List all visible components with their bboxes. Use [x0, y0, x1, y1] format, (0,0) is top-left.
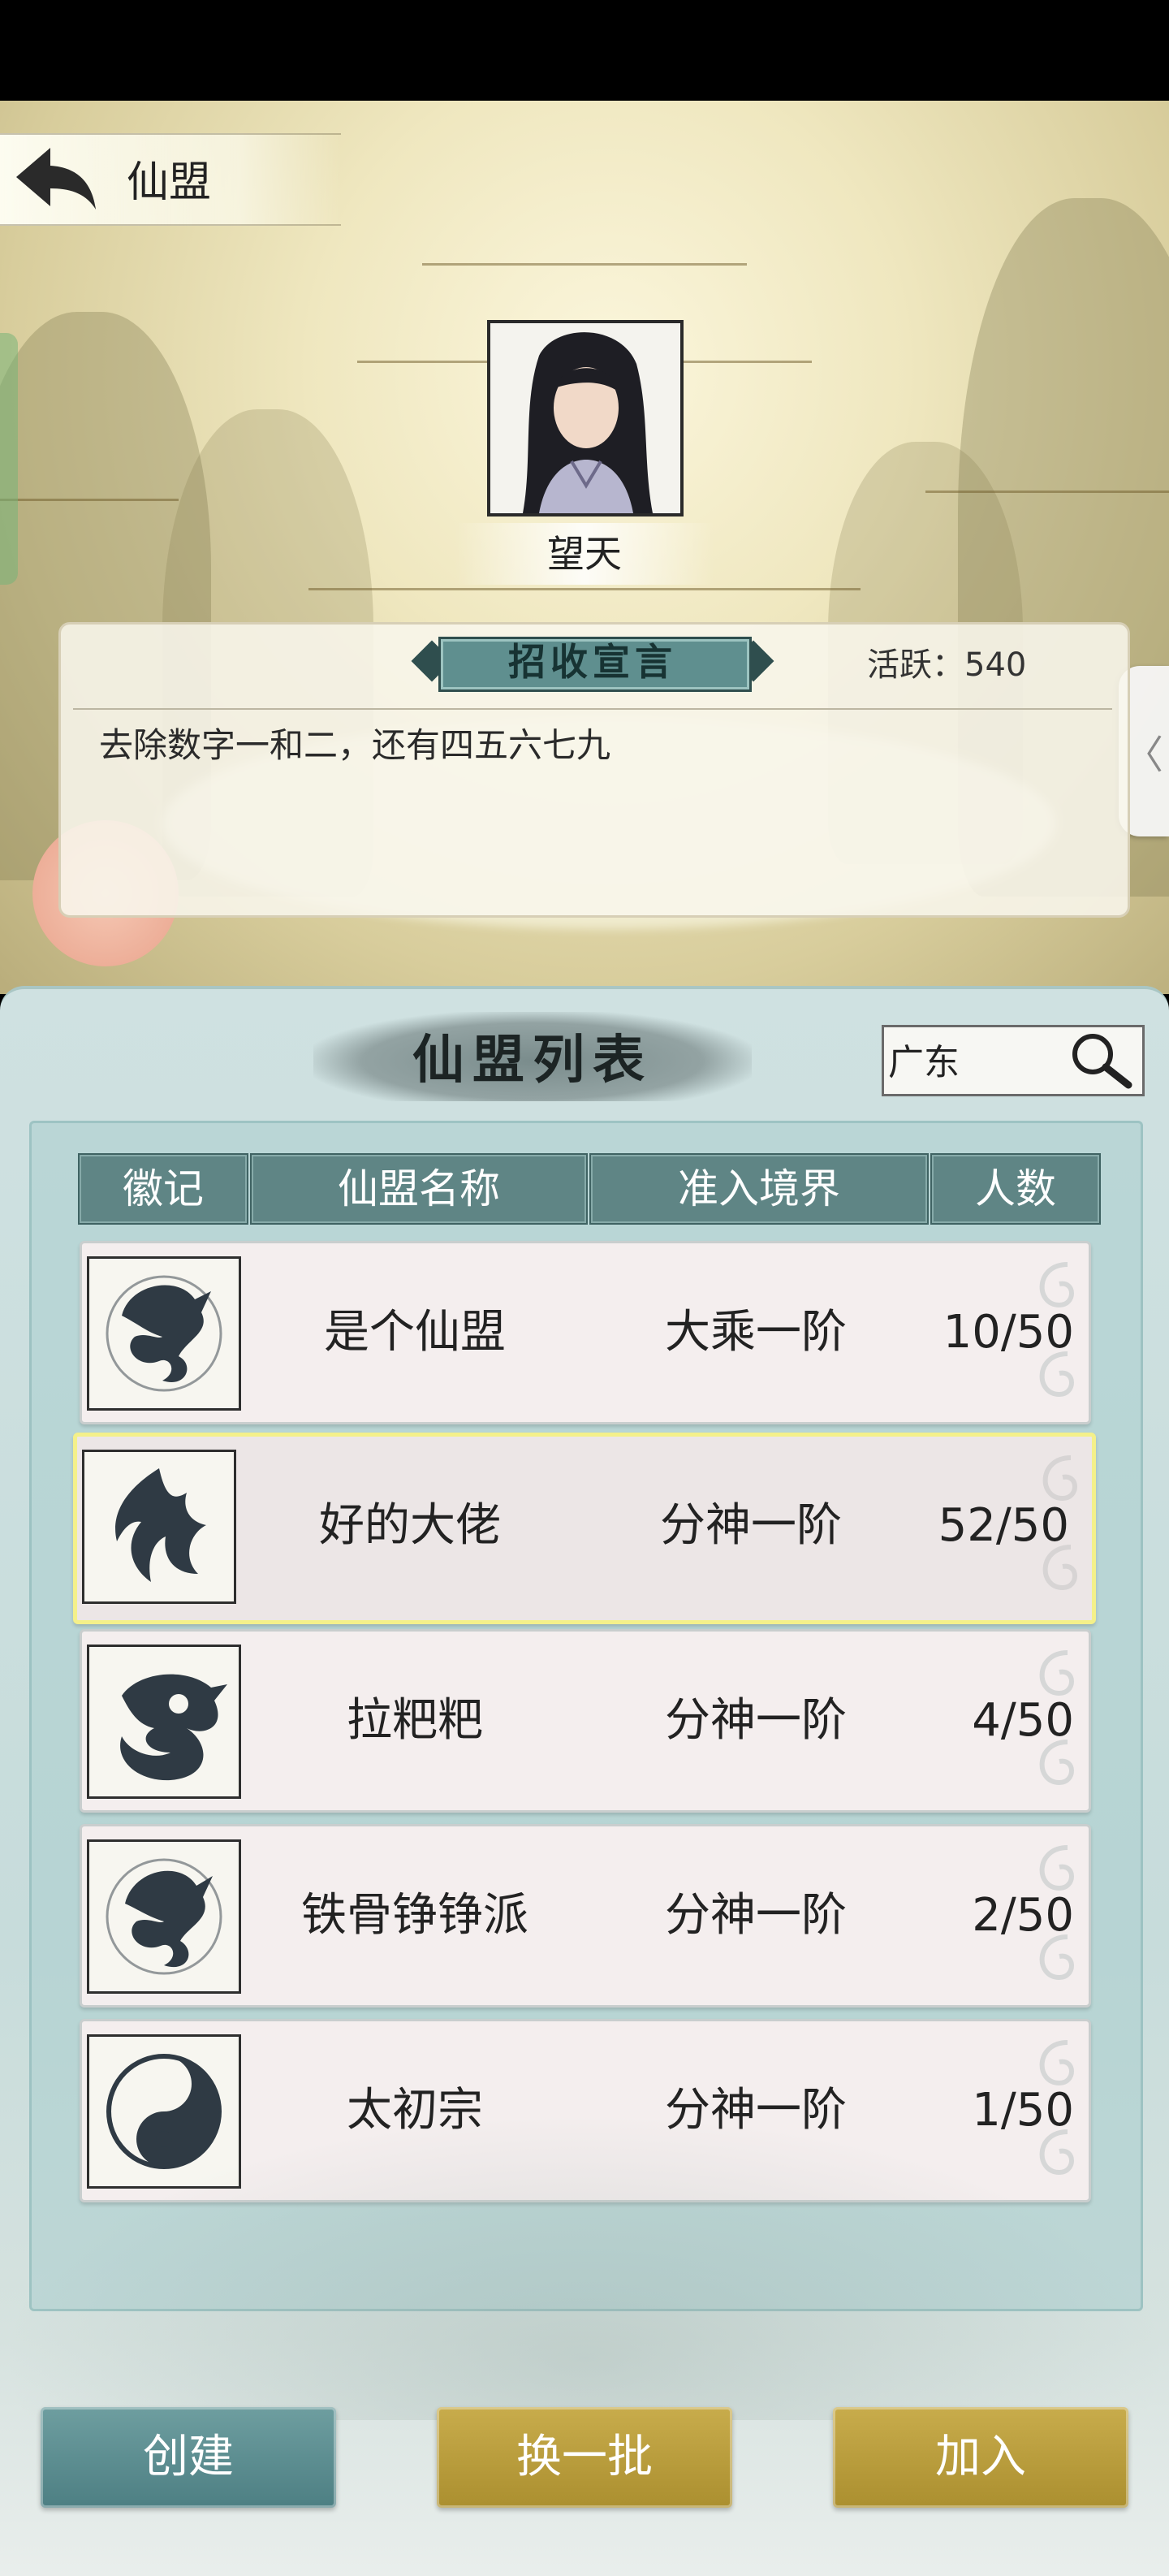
cloud-swirl-decoration	[1039, 1650, 1074, 1786]
join-sect-button[interactable]: 加入	[833, 2407, 1128, 2508]
dragon-emblem-icon	[87, 1839, 241, 1994]
sect-row[interactable]: 拉粑粑 分神一阶 4/50	[80, 1629, 1091, 1813]
create-sect-button[interactable]: 创建	[41, 2407, 336, 2508]
leader-portrait-icon	[490, 323, 680, 513]
column-header-name: 仙盟名称	[250, 1153, 588, 1225]
page-title: 仙盟	[127, 158, 212, 207]
sect-row-selected[interactable]: 好的大佬 分神一阶 52/50	[73, 1433, 1096, 1624]
cloud-swirl-decoration	[1039, 1845, 1074, 1981]
leader-avatar[interactable]	[487, 320, 684, 516]
chevron-left-icon: 〈	[1124, 733, 1163, 778]
cloud-swirl-decoration	[1042, 1455, 1077, 1591]
sect-name: 是个仙盟	[324, 1306, 506, 1359]
cloud-swirl-decoration	[1039, 1262, 1074, 1398]
refresh-list-button[interactable]: 换一批	[437, 2407, 732, 2508]
sect-row[interactable]: 是个仙盟 大乘一阶 10/50	[80, 1241, 1091, 1424]
status-bar	[0, 0, 1169, 101]
mountain-fog-decoration	[0, 2111, 1169, 2420]
sect-name: 好的大佬	[319, 1499, 501, 1552]
phoenix-emblem-icon	[82, 1450, 236, 1604]
back-arrow-icon[interactable]	[11, 143, 101, 213]
column-header-emblem: 徽记	[78, 1153, 248, 1225]
leader-name: 望天	[455, 523, 714, 585]
column-header-realm: 准入境界	[589, 1153, 929, 1225]
declaration-text: 去除数字一和二，还有四五六七九	[99, 725, 611, 765]
sect-realm: 大乘一阶	[665, 1306, 847, 1359]
declaration-title: 招收宣言	[508, 640, 677, 684]
sect-name: 拉粑粑	[347, 1694, 483, 1747]
sect-realm: 分神一阶	[665, 1694, 847, 1747]
list-title: 仙盟列表	[412, 1030, 653, 1091]
sect-realm: 分神一阶	[660, 1499, 842, 1552]
left-side-tab[interactable]	[0, 333, 18, 585]
sect-name: 铁骨铮铮派	[301, 1889, 528, 1942]
coiled-dragon-emblem-icon	[87, 1645, 241, 1799]
sect-realm: 分神一阶	[665, 1889, 847, 1942]
activity-value: 活跃：540	[867, 646, 1027, 684]
dragon-emblem-icon	[87, 1256, 241, 1411]
declaration-divider	[73, 708, 1112, 710]
column-header-members: 人数	[930, 1153, 1101, 1225]
sect-row[interactable]: 铁骨铮铮派 分神一阶 2/50	[80, 1824, 1091, 2008]
search-input-value: 广东	[888, 1042, 960, 1083]
declaration-header: 招收宣言	[411, 630, 774, 695]
search-icon[interactable]	[1063, 1028, 1137, 1090]
